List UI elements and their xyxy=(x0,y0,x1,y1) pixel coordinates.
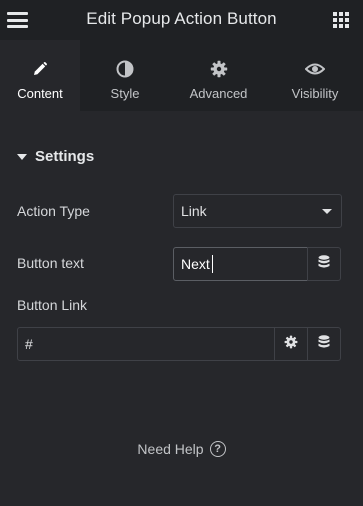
tab-content[interactable]: Content xyxy=(0,40,80,111)
need-help-link[interactable]: Need Help ? xyxy=(0,441,363,457)
button-text-value: Next xyxy=(181,256,210,272)
gear-icon xyxy=(210,60,228,78)
half-circle-icon xyxy=(116,60,134,78)
gear-icon xyxy=(284,335,298,354)
database-icon xyxy=(318,254,330,274)
tab-style[interactable]: Style xyxy=(80,40,170,111)
grid-icon[interactable] xyxy=(333,12,349,28)
link-dynamic-tags-button[interactable] xyxy=(307,327,341,361)
settings-section-toggle[interactable]: Settings xyxy=(17,148,94,165)
need-help-label: Need Help xyxy=(137,441,204,457)
action-type-value: Link xyxy=(181,203,207,219)
button-text-input[interactable]: Next xyxy=(173,247,308,281)
tab-visibility[interactable]: Visibility xyxy=(267,40,363,111)
database-icon xyxy=(318,334,330,354)
button-link-label: Button Link xyxy=(17,297,88,313)
pencil-icon xyxy=(32,60,48,78)
button-text-label: Button text xyxy=(17,255,84,271)
button-link-input[interactable]: # xyxy=(17,327,275,361)
tab-visibility-label: Visibility xyxy=(291,86,339,101)
link-options-button[interactable] xyxy=(274,327,308,361)
caret-down-icon xyxy=(17,153,27,160)
action-type-select[interactable]: Link xyxy=(173,194,342,228)
action-type-label: Action Type xyxy=(17,203,90,219)
tab-style-label: Style xyxy=(110,86,140,101)
tab-bar: Content Style Advanced Visibility xyxy=(0,40,363,111)
tab-content-label: Content xyxy=(17,86,63,101)
eye-icon xyxy=(305,60,325,78)
chevron-down-icon xyxy=(322,209,332,214)
question-icon: ? xyxy=(209,441,226,457)
text-cursor xyxy=(211,255,214,273)
panel-header: Edit Popup Action Button xyxy=(0,0,363,40)
section-title: Settings xyxy=(35,148,95,165)
panel-title: Edit Popup Action Button xyxy=(86,9,277,28)
tab-advanced[interactable]: Advanced xyxy=(170,40,267,111)
dynamic-tags-button[interactable] xyxy=(307,247,341,281)
tab-advanced-label: Advanced xyxy=(189,86,248,101)
button-link-value: # xyxy=(25,336,33,352)
